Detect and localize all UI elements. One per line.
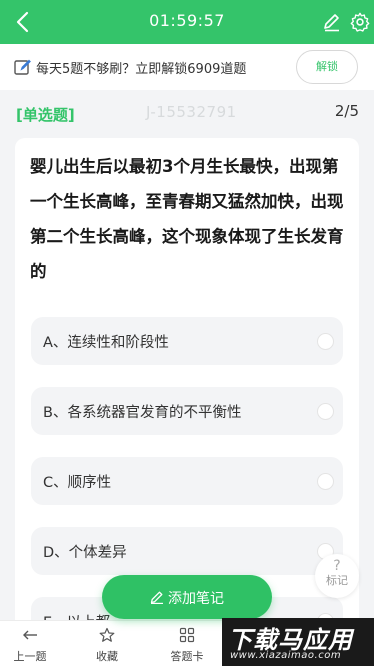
option-d[interactable]: D、个体差异 — [31, 527, 343, 575]
question-progress: 2/5 — [334, 102, 359, 120]
edit-icon[interactable] — [322, 12, 342, 32]
option-label: D、个体差异 — [43, 545, 127, 561]
option-label: A、连续性和阶段性 — [43, 335, 169, 351]
nav-prev-question[interactable]: 上一题 — [0, 621, 60, 666]
arrow-left-icon — [23, 630, 37, 640]
pen-icon — [150, 591, 163, 604]
promo-text: 每天5题不够刷？立即解锁6909道题 — [36, 62, 247, 77]
unlock-button[interactable]: 解锁 — [296, 50, 358, 84]
nav-favorite[interactable]: 收藏 — [77, 621, 137, 666]
option-label: C、顺序性 — [43, 475, 112, 491]
radio-button[interactable] — [317, 333, 334, 350]
nav-label: 答题卡 — [170, 650, 204, 663]
question-text: 婴儿出生后以最初3个月生长最快，出现第一个生长高峰，至青春期又猛然加快，出现第二… — [30, 157, 344, 281]
grid-icon — [179, 627, 195, 643]
option-a[interactable]: A、连续性和阶段性 — [31, 317, 343, 365]
question-type-label: [单选题] — [16, 106, 75, 124]
brand-url: www.xiazaimao.com — [230, 650, 342, 661]
add-note-button[interactable]: 添加笔记 — [102, 575, 272, 619]
star-icon — [99, 627, 115, 642]
radio-button[interactable] — [317, 403, 334, 420]
nav-answer-sheet[interactable]: 答题卡 — [157, 621, 217, 666]
nav-label: 上一题 — [13, 650, 47, 663]
unlock-promo-bar: 每天5题不够刷？立即解锁6909道题 解锁 — [0, 44, 374, 90]
nav-label: 收藏 — [96, 650, 118, 663]
brand-watermark: 下载马应用 www.xiazaimao.com — [222, 618, 374, 666]
note-edit-icon — [14, 59, 31, 75]
radio-button[interactable] — [317, 473, 334, 490]
question-id-watermark: J-15532791 — [146, 103, 237, 121]
add-note-label: 添加笔记 — [168, 591, 224, 607]
gear-icon[interactable] — [349, 11, 371, 33]
question-mark-icon: ? — [333, 558, 341, 574]
mark-label: 标记 — [326, 574, 348, 587]
option-c[interactable]: C、顺序性 — [31, 457, 343, 505]
mark-button[interactable]: ? 标记 — [315, 554, 359, 598]
option-label: B、各系统器官发育的不平衡性 — [43, 405, 242, 421]
option-b[interactable]: B、各系统器官发育的不平衡性 — [31, 387, 343, 435]
top-bar: 01:59:57 — [0, 0, 374, 44]
timer: 01:59:57 — [149, 11, 225, 30]
